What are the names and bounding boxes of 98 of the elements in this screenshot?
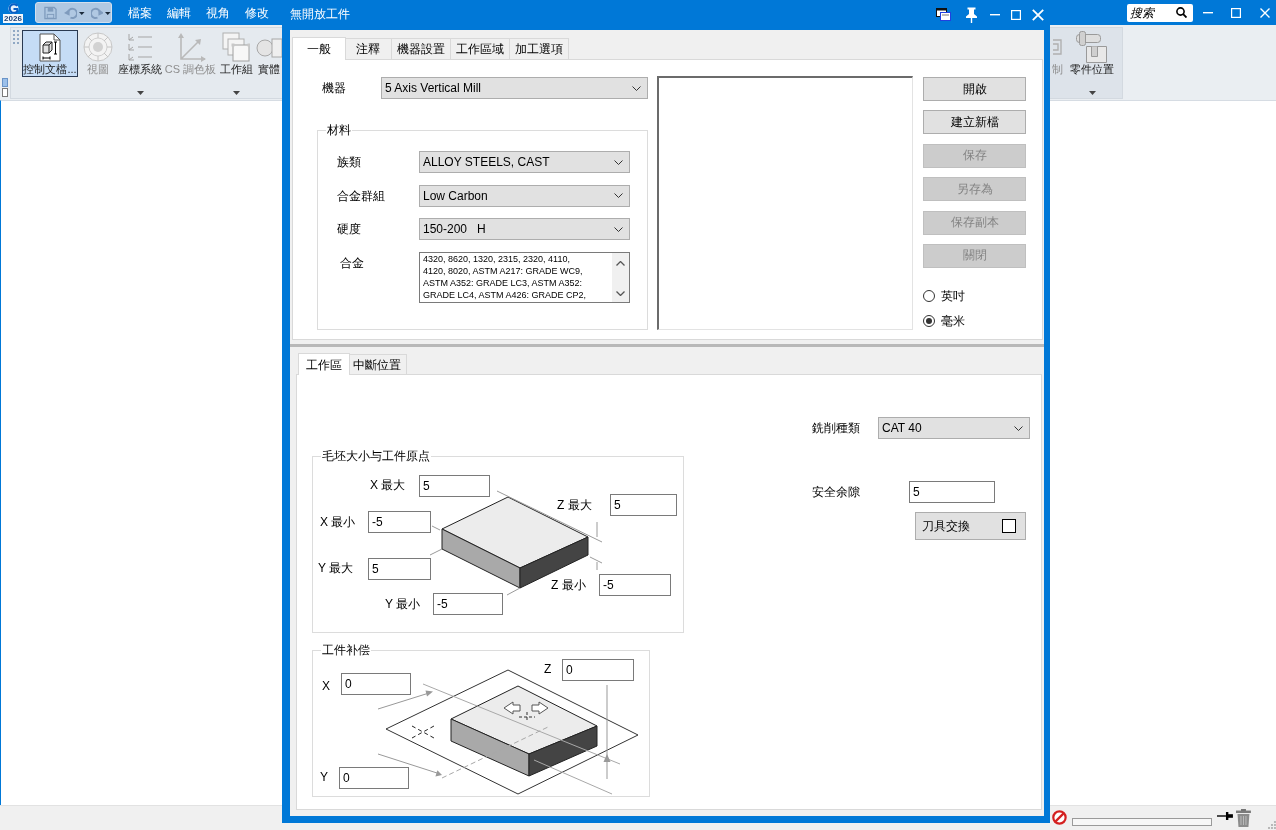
checkbox[interactable]: [1002, 519, 1016, 533]
resize-grip-icon[interactable]: [1268, 821, 1276, 829]
crosshair-icon: [411, 725, 435, 739]
input-field[interactable]: -5: [599, 574, 671, 596]
caret-icon[interactable]: [136, 91, 144, 95]
document-cube-icon: [39, 32, 61, 62]
caret-icon[interactable]: [1088, 91, 1096, 95]
caret-icon[interactable]: [232, 91, 240, 95]
trash-icon[interactable]: [1236, 809, 1252, 827]
input-field[interactable]: 0: [339, 767, 409, 789]
input-field[interactable]: 5: [419, 475, 490, 497]
move-arrows-icon: [503, 701, 549, 723]
file-button[interactable]: 開啟: [923, 77, 1026, 101]
dialog-title: 無開放工件: [290, 6, 350, 22]
field-label: 族類: [337, 154, 362, 170]
alloy-list-field[interactable]: 4320, 8620, 1320, 2315, 2320, 4110, 4120, 8020, ASTM A217: GRADE WC9, ASTM A352: GRADE LC3, ASTM A352: GRADE LC4, ASTM A426: GRADE CP2,: [419, 251, 630, 303]
tab[interactable]: 一般: [292, 37, 346, 60]
close-icon[interactable]: [1032, 9, 1044, 21]
tab[interactable]: 中斷位置: [347, 354, 407, 374]
unit-radio[interactable]: 英吋: [923, 287, 965, 304]
ribbon-button[interactable]: 工作組: [218, 30, 254, 77]
dropdown[interactable]: ALLOY STEELS, CAST: [419, 151, 630, 173]
search-field[interactable]: 搜索: [1127, 3, 1193, 22]
dropdown[interactable]: Low Carbon: [419, 184, 630, 207]
dropdown[interactable]: 150-200 H: [419, 218, 630, 240]
chevron-down-icon[interactable]: [614, 226, 623, 232]
chevron-down-icon[interactable]: [614, 193, 623, 198]
input-field[interactable]: 0: [341, 673, 411, 695]
close-icon[interactable]: [1260, 7, 1270, 18]
menu-item[interactable]: 修改: [245, 4, 269, 21]
input-field[interactable]: 0: [562, 659, 634, 681]
ribbon-button[interactable]: 零件位置: [1067, 30, 1117, 77]
field-label: 機器: [321, 80, 347, 96]
radio-circle[interactable]: [923, 314, 935, 327]
field-label: Y 最小: [385, 596, 421, 612]
unit-radio[interactable]: 毫米: [923, 312, 965, 329]
chevron-down-icon[interactable]: [632, 85, 641, 91]
menu-item[interactable]: 視角: [206, 4, 230, 21]
field-label: Z 最小: [551, 577, 586, 593]
frame-icon: [1052, 39, 1062, 55]
radio-circle[interactable]: [923, 289, 935, 302]
field-label: 合金群組: [337, 187, 386, 204]
chevron-down-icon[interactable]: [1014, 425, 1023, 431]
scrollbar[interactable]: [612, 252, 629, 302]
alloy-list-text: 4320, 8620, 1320, 2315, 2320, 4110, 4120, 8020, ASTM A217: GRADE WC9, ASTM A352: GRADE LC3, ASTM A352: GRADE LC4, ASTM A426: GRADE CP2,: [422, 252, 588, 302]
input-field[interactable]: -5: [433, 593, 503, 615]
logo-icon: [5, 2, 21, 14]
stacked-frames-icon: [222, 32, 250, 62]
grip-icon[interactable]: [13, 30, 19, 45]
sidebar-toggle-icon[interactable]: [2, 78, 8, 97]
ribbon-button[interactable]: 控制文檔...: [22, 30, 78, 77]
ribbon-button[interactable]: 實體: [256, 30, 282, 77]
field-label: Z 最大: [557, 497, 592, 513]
dimension-line: [431, 525, 441, 531]
machine-dropdown[interactable]: 5 Axis Vertical Mill: [381, 77, 648, 99]
chevron-up-icon[interactable]: [616, 260, 625, 266]
field-label: 安全余隙: [812, 484, 861, 500]
tab[interactable]: 加工選項: [509, 38, 569, 59]
field-label: Y: [320, 769, 328, 785]
field-label: X: [322, 678, 330, 694]
dropdown[interactable]: CAT 40: [878, 417, 1030, 439]
group-title: 工件补偿: [321, 642, 371, 658]
field-label: Y 最大: [318, 560, 354, 576]
dimension-line: [506, 587, 521, 596]
minimize-icon[interactable]: [1203, 11, 1213, 14]
file-button[interactable]: 建立新檔: [923, 110, 1026, 135]
ribbon-button[interactable]: 座標系統: [117, 30, 163, 77]
maximize-icon[interactable]: [1231, 7, 1241, 18]
vise-icon: [1076, 31, 1108, 63]
menu-item[interactable]: 檔案: [128, 4, 152, 21]
x-offset-arrow: [377, 690, 433, 710]
y-offset-arrow: [377, 753, 442, 777]
logo-year-text: 2026: [3, 13, 23, 23]
field-label: 硬度: [337, 221, 362, 237]
windows-icon[interactable]: [936, 8, 951, 21]
chevron-down-icon[interactable]: [614, 159, 623, 165]
dimension-line: [429, 548, 443, 556]
tool-change-button[interactable]: 刀具交換: [915, 512, 1026, 540]
field-label: X 最小: [320, 514, 356, 530]
pin-icon[interactable]: [1217, 812, 1234, 820]
input-field[interactable]: 5: [610, 494, 677, 516]
wheel-icon: [82, 32, 113, 62]
field-label: X 最大: [370, 477, 406, 493]
field-label: Z: [544, 661, 552, 677]
input-field[interactable]: -5: [368, 511, 431, 533]
field-label: 合金: [339, 254, 365, 271]
input-field[interactable]: 5: [368, 558, 431, 580]
chevron-down-icon[interactable]: [616, 290, 625, 296]
group-title: 毛坯大小与工件原点: [321, 448, 431, 464]
search-icon[interactable]: [1176, 7, 1187, 18]
input-field[interactable]: 5: [909, 481, 995, 503]
maximize-icon[interactable]: [1011, 10, 1021, 20]
tab[interactable]: 工作區: [298, 353, 350, 375]
axes-list-icon: [127, 33, 153, 61]
menu-item[interactable]: 編輯: [167, 4, 191, 21]
field-label: 銑削種類: [812, 420, 861, 436]
group-title: 材料: [326, 122, 352, 138]
no-entry-icon[interactable]: [1052, 810, 1067, 825]
